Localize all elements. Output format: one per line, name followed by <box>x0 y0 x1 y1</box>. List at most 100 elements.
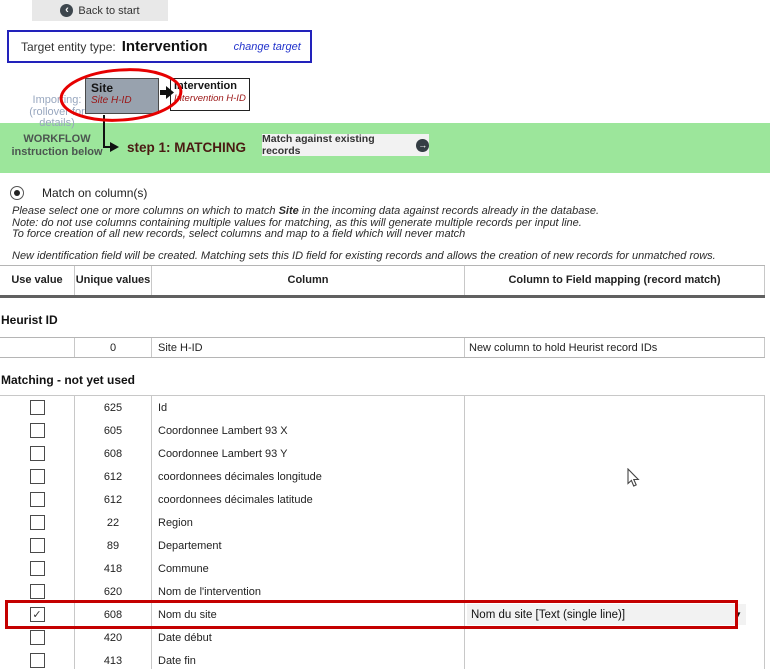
field-mapping-cell <box>465 557 765 580</box>
use-value-cell <box>0 338 75 357</box>
unique-values-count: 420 <box>75 626 152 649</box>
target-entity-value: Intervention <box>122 38 208 55</box>
use-value-checkbox[interactable]: ✓ <box>30 607 45 622</box>
unique-values-count: 413 <box>75 649 152 669</box>
column-name: Date fin <box>152 649 465 669</box>
match-on-columns-radio[interactable] <box>10 186 24 200</box>
use-value-checkbox[interactable] <box>30 584 45 599</box>
table-row: 620Nom de l'intervention <box>0 580 765 603</box>
column-name: Departement <box>152 534 465 557</box>
unique-values-count: 620 <box>75 580 152 603</box>
field-mapping-cell <box>465 465 765 488</box>
workflow-node-intervention[interactable]: Intervention Intervention H-ID <box>170 78 250 111</box>
field-mapping-cell <box>465 396 765 419</box>
use-value-checkbox[interactable] <box>30 538 45 553</box>
site-node-title: Site <box>91 81 158 95</box>
use-value-cell <box>0 511 75 534</box>
use-value-cell <box>0 488 75 511</box>
unique-values-count: 608 <box>75 442 152 465</box>
matching-rows: 625Id605Coordonnee Lambert 93 X608Coordo… <box>0 395 765 669</box>
table-row: 625Id <box>0 396 765 419</box>
heurist-id-rows: 0Site H-IDNew column to hold Heurist rec… <box>0 337 765 358</box>
column-header: Column <box>152 266 465 295</box>
field-mapping-select[interactable]: Nom du site [Text (single line)] ▼ <box>467 604 746 625</box>
table-row: 22Region <box>0 511 765 534</box>
use-value-checkbox[interactable] <box>30 630 45 645</box>
instruction-line1: Please select one or more columns on whi… <box>12 206 762 218</box>
use-value-cell <box>0 557 75 580</box>
importing-note-line3: details) <box>16 118 98 130</box>
unique-values-count: 22 <box>75 511 152 534</box>
table-header-row: Use valueUnique valuesColumnColumn to Fi… <box>0 265 765 298</box>
use-value-cell <box>0 465 75 488</box>
back-to-start-button[interactable]: ‹ Back to start <box>32 0 168 21</box>
change-target-link[interactable]: change target <box>234 41 301 53</box>
back-arrow-icon: ‹ <box>60 4 73 17</box>
use-value-checkbox[interactable] <box>30 446 45 461</box>
column-name: coordonnees décimales latitude <box>152 488 465 511</box>
import-matching-page: ‹ Back to start Target entity type: Inte… <box>0 0 770 669</box>
site-node-subtitle: Site H-ID <box>91 95 158 107</box>
use-value-checkbox[interactable] <box>30 561 45 576</box>
use-value-checkbox[interactable] <box>30 492 45 507</box>
section-title-heurist-id: Heurist ID <box>1 313 58 327</box>
unique-values-count: 625 <box>75 396 152 419</box>
go-arrow-icon: → <box>416 139 429 152</box>
use-value-cell <box>0 396 75 419</box>
field-mapping-cell: New column to hold Heurist record IDs <box>465 338 765 357</box>
column-name: Region <box>152 511 465 534</box>
column-name: Site H-ID <box>152 338 465 357</box>
field-mapping-cell <box>465 626 765 649</box>
use-value-checkbox[interactable] <box>30 653 45 668</box>
use-value-cell: ✓ <box>0 603 75 626</box>
column-header: Use value <box>0 266 75 295</box>
column-name: Id <box>152 396 465 419</box>
back-to-start-label: Back to start <box>78 5 139 17</box>
use-value-checkbox[interactable] <box>30 515 45 530</box>
use-value-cell <box>0 626 75 649</box>
unique-values-count: 612 <box>75 488 152 511</box>
unique-values-count: 608 <box>75 603 152 626</box>
workflow-node-site[interactable]: Site Site H-ID <box>85 78 159 114</box>
table-row: 413Date fin <box>0 649 765 669</box>
column-name: Coordonnee Lambert 93 Y <box>152 442 465 465</box>
use-value-cell <box>0 419 75 442</box>
field-mapping-cell: Nom du site [Text (single line)] ▼ <box>465 603 765 626</box>
table-row: ✓608Nom du siteNom du site [Text (single… <box>0 603 765 626</box>
workflow-bar-label: WORKFLOW instruction below <box>4 133 110 159</box>
column-header: Column to Field mapping (record match) <box>465 266 765 295</box>
field-mapping-cell <box>465 488 765 511</box>
target-entity-label: Target entity type: <box>21 40 116 54</box>
match-button-label: Match against existing records <box>262 133 411 157</box>
table-row: 612coordonnees décimales longitude <box>0 465 765 488</box>
target-entity-box: Target entity type: Intervention change … <box>7 30 312 63</box>
column-name: Nom de l'intervention <box>152 580 465 603</box>
match-on-columns-label: Match on column(s) <box>42 186 147 200</box>
match-against-existing-records-button[interactable]: Match against existing records → <box>262 134 429 156</box>
unique-values-count: 612 <box>75 465 152 488</box>
unique-values-count: 418 <box>75 557 152 580</box>
use-value-cell <box>0 649 75 669</box>
use-value-checkbox[interactable] <box>30 400 45 415</box>
chevron-down-icon: ▼ <box>734 610 742 619</box>
field-mapping-select-value: Nom du site [Text (single line)] <box>471 609 730 621</box>
column-name: Date début <box>152 626 465 649</box>
unique-values-count: 0 <box>75 338 152 357</box>
instruction-line3: To force creation of all new records, se… <box>12 229 762 241</box>
intervention-node-subtitle: Intervention H-ID <box>174 93 246 104</box>
use-value-cell <box>0 534 75 557</box>
column-name: Coordonnee Lambert 93 X <box>152 419 465 442</box>
unique-values-count: 605 <box>75 419 152 442</box>
section-title-matching: Matching - not yet used <box>1 373 135 387</box>
column-name: coordonnees décimales longitude <box>152 465 465 488</box>
field-mapping-cell <box>465 419 765 442</box>
use-value-checkbox[interactable] <box>30 469 45 484</box>
step-1-matching-label: step 1: MATCHING <box>127 140 246 155</box>
field-mapping-cell <box>465 534 765 557</box>
table-row: 418Commune <box>0 557 765 580</box>
unique-values-count: 89 <box>75 534 152 557</box>
column-name: Nom du site <box>152 603 465 626</box>
intervention-node-title: Intervention <box>174 80 246 93</box>
matching-instructions: Please select one or more columns on whi… <box>12 206 762 241</box>
use-value-checkbox[interactable] <box>30 423 45 438</box>
